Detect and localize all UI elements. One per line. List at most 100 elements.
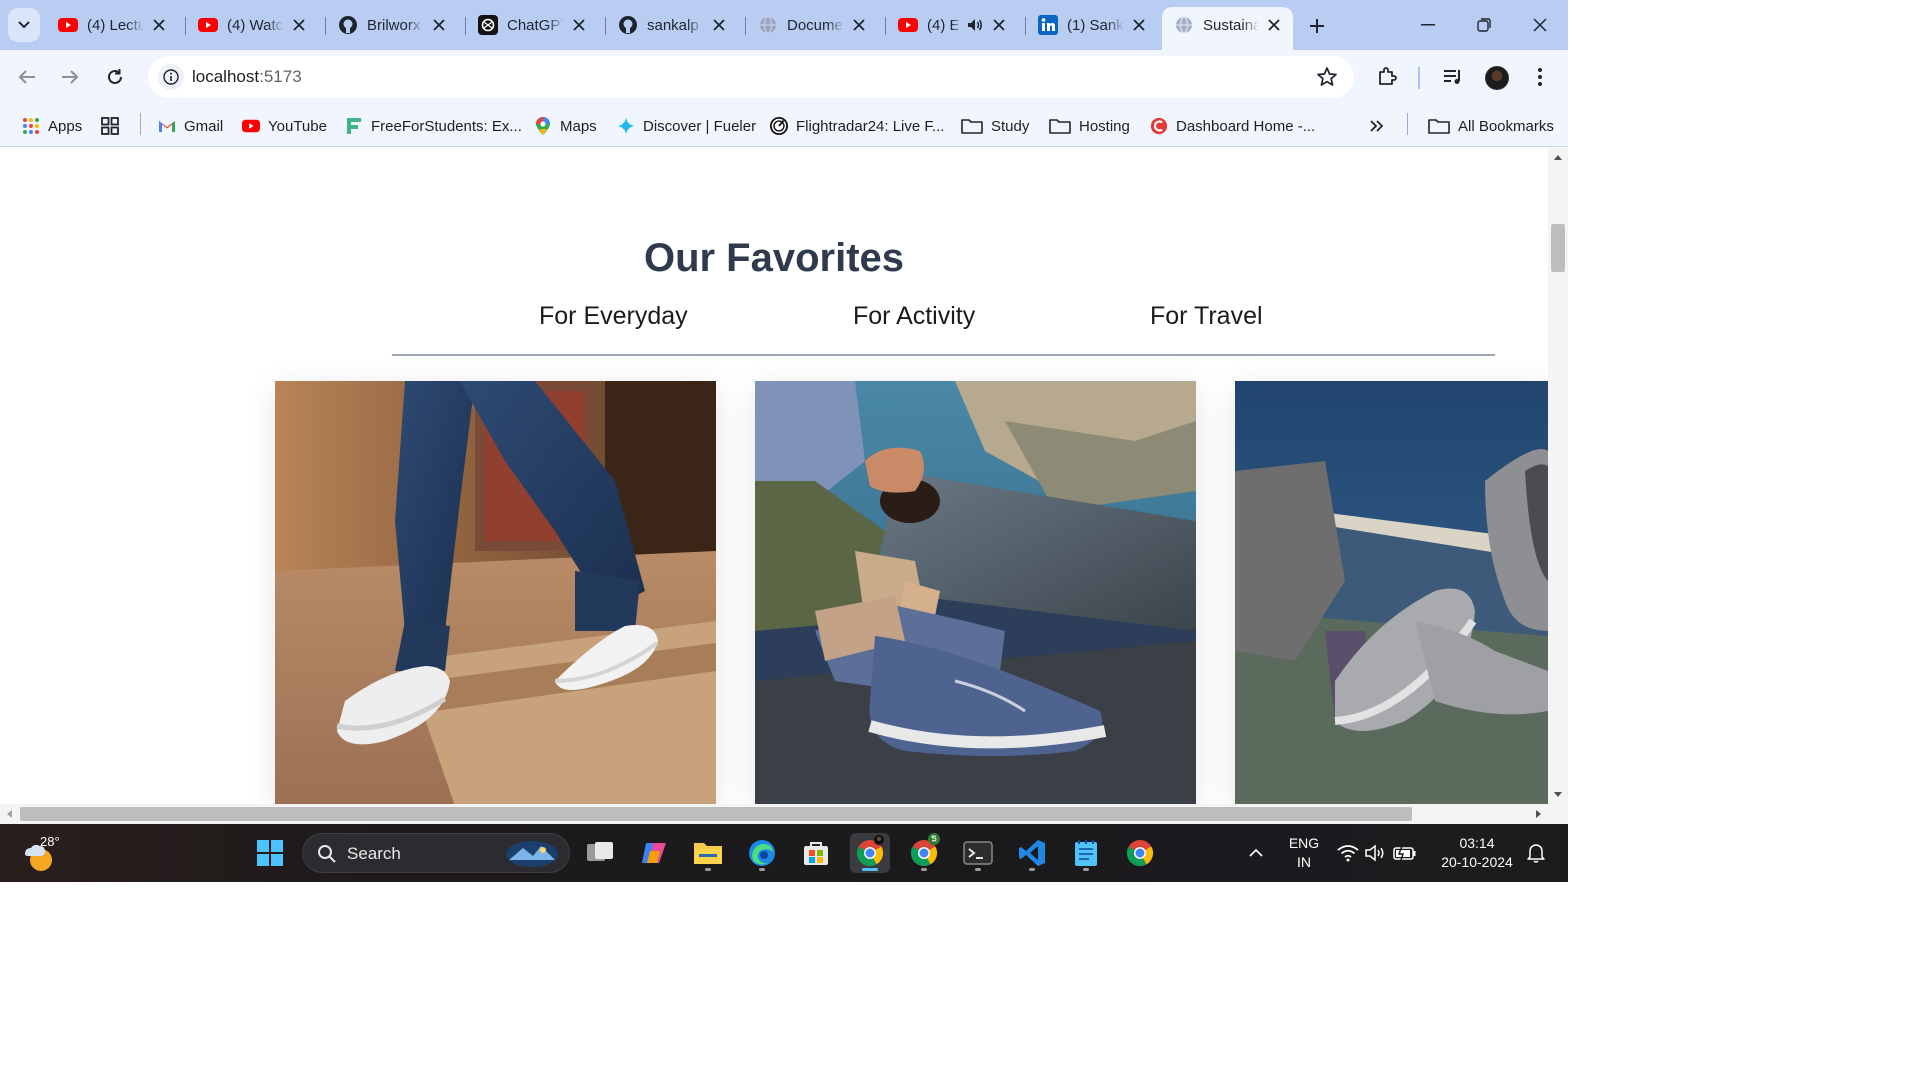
speaker-icon[interactable]	[966, 16, 984, 34]
bookmark-maps[interactable]: Maps	[534, 112, 597, 140]
product-card-travel[interactable]	[1235, 381, 1548, 804]
chrome-menu-button[interactable]	[1525, 62, 1555, 92]
close-icon[interactable]	[850, 16, 868, 34]
close-icon[interactable]	[1265, 16, 1283, 34]
product-card-activity[interactable]	[755, 381, 1196, 804]
volume-icon	[1365, 844, 1384, 862]
back-button[interactable]	[10, 60, 44, 94]
tab-search-button[interactable]	[8, 8, 40, 42]
product-card-everyday[interactable]	[275, 381, 716, 804]
horizontal-scrollbar[interactable]	[0, 804, 1548, 824]
category-divider	[392, 354, 1495, 356]
flightradar-icon	[770, 117, 788, 135]
chevron-down-icon	[18, 21, 30, 29]
bookmark-freeforstudents[interactable]: FreeForStudents: Ex...	[345, 112, 522, 140]
vscode-button[interactable]	[1012, 833, 1052, 873]
bookmark-label: Maps	[560, 117, 597, 135]
vertical-scrollbar[interactable]	[1548, 148, 1568, 804]
forward-button[interactable]	[53, 60, 87, 94]
bookmark-flightradar[interactable]: Flightradar24: Live F...	[770, 112, 944, 140]
notifications-button[interactable]	[1520, 833, 1552, 873]
weather-widget[interactable]: 28°	[22, 834, 62, 874]
avatar[interactable]	[1485, 66, 1509, 90]
bookmark-youtube[interactable]: YouTube	[242, 112, 327, 140]
folder-icon	[1428, 117, 1450, 135]
chrome-button-active[interactable]	[850, 833, 890, 873]
taskbar-search[interactable]: Search	[302, 833, 570, 873]
address-bar[interactable]: localhost:5173	[148, 56, 1354, 98]
close-icon[interactable]	[290, 16, 308, 34]
vertical-scroll-thumb[interactable]	[1551, 224, 1565, 272]
url-port: :5173	[259, 67, 302, 86]
edge-button[interactable]	[742, 833, 782, 873]
all-bookmarks-button[interactable]: All Bookmarks	[1428, 112, 1554, 140]
tab-title: (4) Lectu	[87, 16, 144, 34]
close-icon[interactable]	[710, 16, 728, 34]
task-view-button[interactable]	[580, 833, 620, 873]
terminal-button[interactable]	[958, 833, 998, 873]
scroll-right-icon	[1536, 810, 1541, 818]
notepad-button[interactable]	[1066, 833, 1106, 873]
restore-button[interactable]	[1456, 0, 1512, 50]
bookmarks-overflow-button[interactable]	[1370, 112, 1384, 140]
close-icon[interactable]	[430, 16, 448, 34]
tab[interactable]: ChatGPT	[466, 7, 598, 43]
more-vert-icon	[1538, 68, 1542, 86]
chrome-profile-button[interactable]	[904, 833, 944, 873]
extensions-button[interactable]	[1372, 62, 1402, 92]
bookmark-tab-groups[interactable]	[101, 112, 127, 140]
close-icon[interactable]	[570, 16, 588, 34]
quick-settings-button[interactable]	[1332, 833, 1422, 873]
tab[interactable]: sankalp	[606, 7, 738, 43]
freeforstudents-icon	[345, 117, 363, 135]
new-tab-button[interactable]	[1302, 11, 1332, 41]
tab[interactable]: (1) Sank	[1026, 7, 1158, 43]
tab-for-travel[interactable]: For Travel	[1150, 302, 1263, 331]
ms-store-button[interactable]	[796, 833, 836, 873]
address-url[interactable]: localhost:5173	[192, 67, 302, 87]
tab-for-everyday[interactable]: For Everyday	[539, 302, 688, 331]
tab[interactable]: (4) E	[886, 7, 1018, 43]
tab[interactable]: Docume	[746, 7, 878, 43]
tab[interactable]: Brilworx	[326, 7, 458, 43]
tab-active[interactable]: Sustaina	[1162, 7, 1293, 50]
bookmark-folder-study[interactable]: Study	[961, 112, 1029, 140]
start-button[interactable]	[250, 833, 290, 873]
reload-button[interactable]	[98, 60, 132, 94]
search-icon	[318, 845, 336, 863]
close-icon[interactable]	[990, 16, 1008, 34]
close-icon[interactable]	[150, 16, 168, 34]
tab-for-activity[interactable]: For Activity	[853, 302, 975, 331]
minimize-icon	[1421, 24, 1435, 26]
media-controls-button[interactable]	[1438, 62, 1468, 92]
bookmark-gmail[interactable]: Gmail	[158, 112, 223, 140]
puzzle-icon	[1379, 67, 1397, 85]
bookmark-folder-hosting[interactable]: Hosting	[1049, 112, 1130, 140]
bookmark-star-button[interactable]	[1316, 66, 1338, 93]
file-explorer-button[interactable]	[688, 833, 728, 873]
star-icon	[1317, 67, 1337, 86]
scroll-down-icon	[1554, 792, 1562, 797]
tab[interactable]: (4) Watc	[186, 7, 318, 43]
bookmark-dashboard[interactable]: Dashboard Home -...	[1150, 112, 1315, 140]
tab[interactable]: (4) Lectu	[46, 7, 178, 43]
running-indicator	[705, 868, 711, 871]
minimize-button[interactable]	[1400, 0, 1456, 50]
section-title: Our Favorites	[643, 236, 905, 280]
folder-icon	[1049, 117, 1071, 135]
tab-title: (4) E	[927, 16, 960, 34]
close-window-button[interactable]	[1512, 0, 1568, 50]
bookmark-divider	[140, 113, 141, 135]
bookmark-apps[interactable]: Apps	[22, 112, 82, 140]
show-hidden-icons-button[interactable]	[1238, 833, 1274, 873]
site-info-button[interactable]	[158, 64, 184, 90]
close-icon[interactable]	[1130, 16, 1148, 34]
language-indicator[interactable]: ENG IN	[1282, 834, 1326, 872]
copilot-button[interactable]	[634, 833, 674, 873]
horizontal-scroll-thumb[interactable]	[20, 807, 1412, 821]
tab-title: ChatGPT	[507, 16, 564, 34]
toolbar-divider	[1418, 67, 1420, 89]
chrome-pinned-button[interactable]	[1120, 833, 1160, 873]
clock[interactable]: 03:14 20-10-2024	[1432, 834, 1522, 872]
bookmark-fueler[interactable]: Discover | Fueler	[617, 112, 756, 140]
